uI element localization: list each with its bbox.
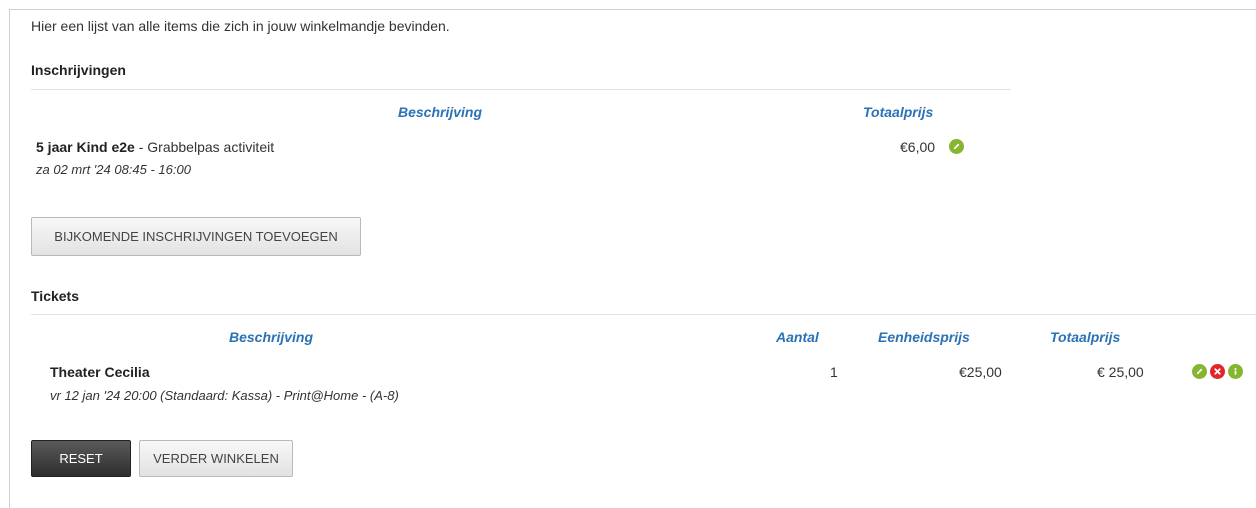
registration-total: €6,00 (900, 139, 936, 155)
tickets-col-description: Beschrijving (229, 329, 314, 345)
info-icon[interactable] (1228, 364, 1243, 379)
ticket-detail-type: Standaard: Kassa (164, 388, 268, 403)
continue-shopping-button[interactable]: VERDER WINKELEN (139, 440, 293, 477)
registration-row: 5 jaar Kind e2e - Grabbelpas activiteit (36, 139, 274, 155)
reset-button[interactable]: RESET (31, 440, 131, 477)
ticket-total: € 25,00 (1097, 364, 1144, 380)
edit-icon[interactable] (1192, 364, 1207, 379)
ticket-detail-date: vr 12 jan '24 20:00 ( (50, 388, 165, 403)
frame-border-top (9, 9, 1256, 10)
edit-icon[interactable] (949, 139, 964, 154)
tickets-divider (31, 314, 1256, 315)
registrations-divider (31, 89, 1011, 90)
add-registrations-button[interactable]: BIJKOMENDE INSCHRIJVINGEN TOEVOEGEN (31, 217, 361, 256)
intro-text: Hier een lijst van alle items die zich i… (31, 18, 450, 34)
frame-border-left (9, 9, 10, 508)
registration-name: 5 jaar Kind e2e (36, 139, 135, 155)
remove-icon[interactable] (1210, 364, 1225, 379)
tickets-title: Tickets (31, 288, 79, 304)
registration-detail: - Grabbelpas activiteit (134, 139, 275, 155)
tickets-col-total: Totaalprijs (1050, 329, 1121, 345)
ticket-detail: vr 12 jan '24 20:00 (Standaard: Kassa) -… (50, 388, 399, 403)
ticket-unit-price: €25,00 (959, 364, 1002, 380)
ticket-quantity: 1 (830, 364, 838, 380)
registrations-col-total: Totaalprijs (863, 104, 934, 120)
registrations-col-description: Beschrijving (398, 104, 483, 120)
registrations-title: Inschrijvingen (31, 62, 126, 78)
tickets-col-unit-price: Eenheidsprijs (878, 329, 970, 345)
ticket-name: Theater Cecilia (50, 364, 150, 380)
ticket-detail-delivery: ) - Print@Home - (A-8) (267, 388, 399, 403)
registration-date: za 02 mrt '24 08:45 - 16:00 (36, 162, 191, 177)
tickets-col-quantity: Aantal (776, 329, 819, 345)
